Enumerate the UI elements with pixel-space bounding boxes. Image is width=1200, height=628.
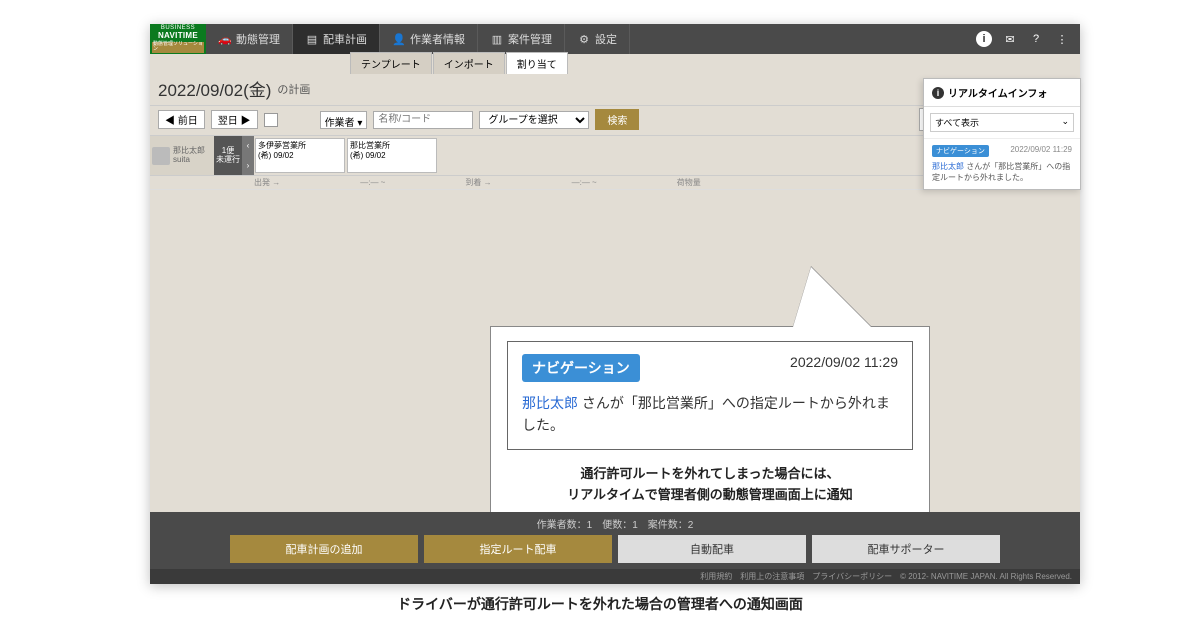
rt-header: i リアルタイムインフォ — [924, 79, 1080, 107]
rt-notification-item[interactable]: ナビゲーション 2022/09/02 11:29 那比太郎 さんが「那比営業所」… — [924, 138, 1080, 189]
auto-dispatch-button[interactable]: 自動配車 — [618, 535, 806, 563]
calendar-picker-icon[interactable] — [264, 113, 278, 127]
sub-tabs: テンプレート インポート 割り当て — [150, 54, 1080, 74]
app-window: BUSINESS NAVITIME 動態管理ソリューション 🚗 動態管理 ▤ 配車計… — [150, 24, 1080, 584]
add-plan-button[interactable]: 配車計画の追加 — [230, 535, 418, 563]
callout-text: さんが「那比営業所」への指定ルートから外れました。 — [522, 395, 890, 433]
nav-dispatch[interactable]: ▤ 配車計画 — [293, 24, 380, 54]
stop-card[interactable]: 多伊夢営業所(希) 09/02 — [255, 138, 345, 173]
schedule-body: 那比太郎 suita 1便 未運行 ‹› 多伊夢営業所(希) 09/02 那比営… — [150, 136, 1080, 512]
nav-workers[interactable]: 👤 作業者情報 — [380, 24, 478, 54]
nav-label: 動態管理 — [236, 31, 280, 47]
stop-card[interactable]: 那比営業所(希) 09/02 — [347, 138, 437, 173]
realtime-info-panel: i リアルタイムインフォ すべて表示 ⌄ ナビゲーション 2022/09/02 … — [923, 78, 1081, 190]
info-icon: i — [932, 87, 944, 99]
callout-card: ナビゲーション 2022/09/02 11:29 那比太郎 さんが「那比営業所」… — [507, 341, 913, 450]
rt-user-link[interactable]: 那比太郎 — [932, 162, 964, 171]
callout-timestamp: 2022/09/02 11:29 — [790, 354, 898, 370]
rt-timestamp: 2022/09/02 11:29 — [1010, 145, 1072, 154]
logo-line2: NAVITIME — [158, 32, 198, 41]
nav-label: 作業者情報 — [410, 31, 465, 47]
car-icon: 🚗 — [218, 32, 232, 46]
info-icon[interactable]: i — [976, 31, 992, 47]
prev-day-button[interactable]: ◀ 前日 — [158, 110, 205, 129]
figure-caption: ドライバーが通行許可ルートを外れた場合の管理者への通知画面 — [0, 594, 1200, 614]
dispatch-supporter-button[interactable]: 配車サポーター — [812, 535, 1000, 563]
nav-tracking[interactable]: 🚗 動態管理 — [206, 24, 293, 54]
calendar-icon: ▤ — [305, 32, 319, 46]
tab-assign[interactable]: 割り当て — [506, 52, 568, 74]
chevron-down-icon: ⌄ — [1061, 116, 1069, 129]
rt-message: 那比太郎 さんが「那比営業所」への指定ルートから外れました。 — [932, 161, 1072, 183]
chevron-right-icon[interactable]: › — [247, 161, 250, 170]
callout-user-link[interactable]: 那比太郎 — [522, 395, 578, 411]
group-select[interactable]: グループを選択 — [479, 111, 589, 129]
rt-tag: ナビゲーション — [932, 145, 989, 157]
driver-name: 那比太郎 suita — [173, 147, 205, 165]
route-dispatch-button[interactable]: 指定ルート配車 — [424, 535, 612, 563]
time-slot: —:— ~ — [360, 178, 385, 187]
avatar — [152, 147, 170, 165]
nav-right: i ✉ ? ⋮ — [966, 31, 1080, 47]
footer: 作業者数：1 便数：1 案件数：2 配車計画の追加 指定ルート配車 自動配車 配… — [150, 512, 1080, 584]
navigation-badge: ナビゲーション — [522, 354, 640, 382]
depart-label: 出発 → — [254, 177, 280, 188]
rt-title: リアルタイムインフォ — [948, 85, 1047, 100]
load-label: 荷物量 — [677, 177, 701, 188]
mail-icon[interactable]: ✉ — [1002, 31, 1018, 47]
worker-select[interactable]: 作業者 ▾ — [320, 111, 368, 129]
search-button[interactable]: 検索 — [595, 109, 639, 130]
nav-label: 案件管理 — [508, 31, 552, 47]
footer-stats: 作業者数：1 便数：1 案件数：2 — [150, 512, 1080, 535]
name-code-input[interactable] — [373, 111, 473, 129]
clipboard-icon: ▥ — [490, 32, 504, 46]
person-icon: 👤 — [392, 32, 406, 46]
rt-filter-select[interactable]: すべて表示 ⌄ — [930, 113, 1074, 132]
next-day-button[interactable]: 翌日 ▶ — [211, 110, 258, 129]
chevron-left-icon[interactable]: ‹ — [247, 141, 250, 150]
footer-buttons: 配車計画の追加 指定ルート配車 自動配車 配車サポーター — [150, 535, 1080, 569]
more-icon[interactable]: ⋮ — [1054, 31, 1070, 47]
footer-legal: 利用規約 利用上の注意事項 プライバシーポリシー © 2012- NAVITIM… — [150, 569, 1080, 584]
plan-date: 2022/09/02(金) — [158, 76, 271, 101]
tab-template[interactable]: テンプレート — [350, 52, 432, 74]
plan-suffix: の計画 — [277, 81, 310, 97]
arrive-label: 到着 → — [465, 177, 491, 188]
logo: BUSINESS NAVITIME 動態管理ソリューション — [150, 24, 206, 54]
notification-callout: ナビゲーション 2022/09/02 11:29 那比太郎 さんが「那比営業所」… — [490, 326, 930, 512]
nav-label: 設定 — [595, 31, 617, 47]
driver-cell[interactable]: 那比太郎 suita — [150, 136, 214, 175]
top-nav: BUSINESS NAVITIME 動態管理ソリューション 🚗 動態管理 ▤ 配車計… — [150, 24, 1080, 54]
trip-badge: 1便 未運行 — [214, 136, 242, 175]
trip-nav-arrows[interactable]: ‹› — [242, 136, 254, 175]
rt-filter-label: すべて表示 — [935, 116, 979, 129]
time-slot: —:— ~ — [572, 178, 597, 187]
tab-import[interactable]: インポート — [433, 52, 505, 74]
callout-description: 通行許可ルートを外れてしまった場合には、 リアルタイムで管理者側の動態管理画面上… — [507, 464, 913, 506]
nav-cases[interactable]: ▥ 案件管理 — [478, 24, 565, 54]
logo-line3: 動態管理ソリューション — [152, 42, 204, 53]
nav-settings[interactable]: ⚙ 設定 — [565, 24, 630, 54]
callout-message: 那比太郎 さんが「那比営業所」への指定ルートから外れました。 — [522, 392, 898, 437]
nav-label: 配車計画 — [323, 31, 367, 47]
help-icon[interactable]: ? — [1028, 31, 1044, 47]
gear-icon: ⚙ — [577, 32, 591, 46]
